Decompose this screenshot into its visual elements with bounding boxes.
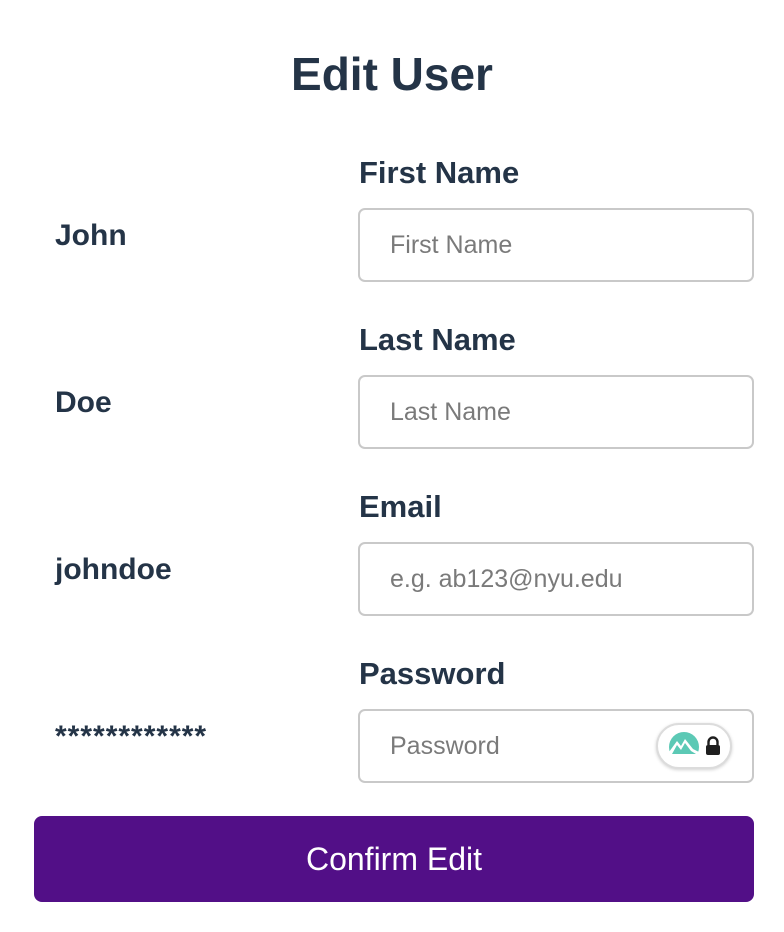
password-label: Password	[359, 656, 506, 691]
email-label: Email	[359, 489, 442, 524]
email-input[interactable]	[358, 542, 754, 616]
confirm-edit-button[interactable]: Confirm Edit	[34, 816, 754, 902]
lock-icon	[706, 736, 720, 755]
last-name-label: Last Name	[359, 322, 516, 357]
current-email: johndoe	[55, 553, 172, 586]
page-title: Edit User	[291, 48, 493, 100]
current-last-name: Doe	[55, 386, 112, 419]
current-first-name: John	[55, 219, 127, 252]
last-name-input[interactable]	[358, 375, 754, 449]
first-name-input[interactable]	[358, 208, 754, 282]
current-password: ************	[55, 720, 208, 753]
mountain-icon	[669, 732, 699, 762]
password-manager-icon[interactable]	[656, 723, 732, 769]
first-name-label: First Name	[359, 155, 520, 190]
